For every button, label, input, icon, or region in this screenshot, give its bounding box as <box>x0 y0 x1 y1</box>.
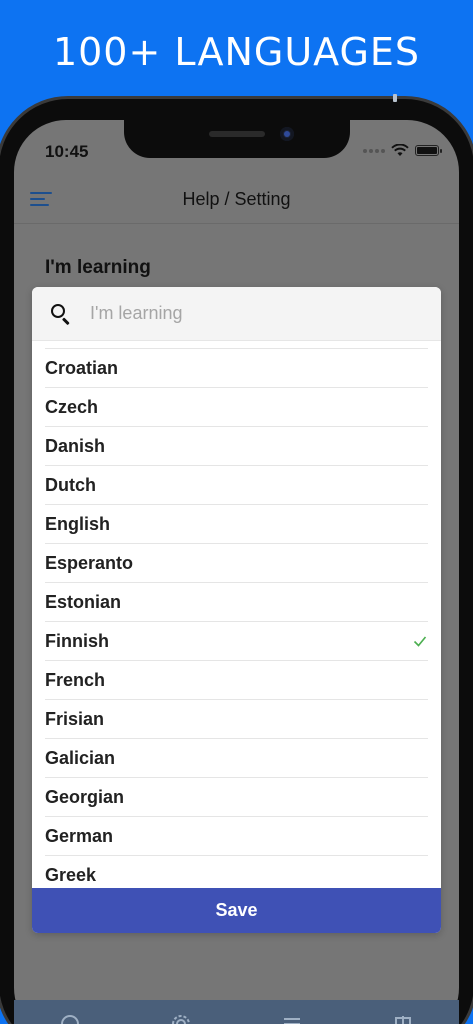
language-label: Danish <box>45 435 106 456</box>
signal-icon <box>363 148 385 153</box>
language-list-item[interactable]: Estonian <box>45 582 428 621</box>
speaker-grille <box>209 131 265 137</box>
language-list-item[interactable]: Georgian <box>45 777 428 816</box>
language-list: Croatian Czech Danish Dutch English Esperanto… <box>32 341 441 888</box>
page-title: Help / Setting <box>182 189 291 209</box>
list-icon[interactable] <box>282 1014 302 1024</box>
language-label: Croatian <box>45 357 119 378</box>
promo-headline: 100+ LANGUAGES <box>52 30 421 74</box>
search-bar <box>32 287 441 341</box>
battery-icon <box>415 145 442 156</box>
language-list-item[interactable]: Esperanto <box>45 543 428 582</box>
language-list-item[interactable]: Croatian <box>45 348 428 387</box>
language-list-item[interactable]: Danish <box>45 426 428 465</box>
language-list-item[interactable]: German <box>45 816 428 855</box>
wifi-icon <box>391 144 409 156</box>
status-time: 10:45 <box>45 142 89 161</box>
app-header: Help / Setting <box>14 176 459 224</box>
language-label: Galician <box>45 747 116 768</box>
language-list-item[interactable]: English <box>45 504 428 543</box>
front-camera <box>280 127 294 141</box>
save-button[interactable]: Save <box>32 888 441 933</box>
status-indicators <box>363 144 442 157</box>
gear-icon[interactable] <box>171 1014 191 1024</box>
language-label: Georgian <box>45 786 125 807</box>
language-list-item[interactable]: Galician <box>45 738 428 777</box>
language-list-item[interactable]: Frisian <box>45 699 428 738</box>
language-picker-dialog: Croatian Czech Danish Dutch English Esperanto… <box>32 287 441 933</box>
phone-notch <box>124 120 350 158</box>
hamburger-menu-icon[interactable] <box>30 192 52 208</box>
language-label: English <box>45 513 111 534</box>
export-icon[interactable] <box>393 1014 413 1024</box>
bottom-tab-bar <box>14 1000 459 1024</box>
language-label: German <box>45 825 114 846</box>
language-label: Dutch <box>45 474 96 495</box>
language-label: Czech <box>45 396 99 417</box>
language-label: Finnish <box>45 630 109 651</box>
search-input[interactable] <box>90 303 390 324</box>
language-label: Greek <box>45 864 97 885</box>
section-label: I'm learning <box>45 257 151 278</box>
language-list-item[interactable]: Dutch <box>45 465 428 504</box>
language-list-item[interactable]: Greek <box>45 855 428 888</box>
language-label: Estonian <box>45 591 122 612</box>
language-label: Esperanto <box>45 552 134 573</box>
phone-side-button <box>393 94 397 102</box>
language-list-item[interactable]: French <box>45 660 428 699</box>
search-icon <box>50 303 72 325</box>
language-list-item[interactable]: Czech <box>45 387 428 426</box>
checkmark-icon <box>413 636 427 647</box>
help-circle-icon[interactable] <box>60 1014 80 1024</box>
language-list-item[interactable]: Finnish <box>45 621 428 660</box>
language-label: French <box>45 669 106 690</box>
language-label: Frisian <box>45 708 105 729</box>
